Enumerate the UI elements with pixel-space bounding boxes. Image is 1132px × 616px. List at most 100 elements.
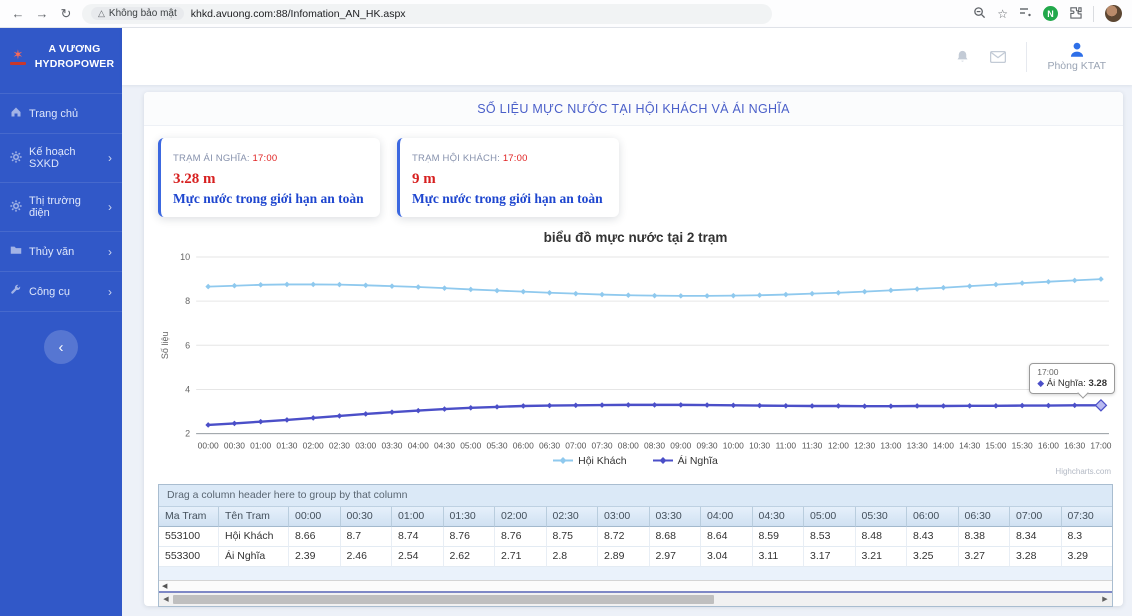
station-status: Mực nước trong giới hạn an toàn — [173, 191, 368, 207]
grid-cell[interactable]: 8.76 — [495, 527, 547, 547]
security-warning-chip[interactable]: △ Không bảo mật — [91, 7, 184, 20]
grid-column-header[interactable]: 00:00 — [289, 507, 341, 527]
grid-cell[interactable]: 2.46 — [341, 547, 393, 567]
extensions-puzzle-icon[interactable] — [1069, 6, 1082, 22]
sidebar-collapse-button[interactable]: ‹ — [44, 330, 78, 364]
grid-cell[interactable]: 8.38 — [959, 527, 1011, 547]
grid-cell[interactable]: 2.62 — [444, 547, 496, 567]
forward-icon[interactable]: → — [34, 6, 50, 21]
grid-cell[interactable]: 2.71 — [495, 547, 547, 567]
water-level-chart[interactable]: 24681000:0000:3001:0001:3002:0002:3003:0… — [158, 247, 1113, 476]
grid-cell[interactable]: 3.04 — [701, 547, 753, 567]
grid-column-header[interactable]: Ma Tram — [159, 507, 219, 527]
grid-column-header[interactable]: 03:30 — [650, 507, 702, 527]
grid-cell[interactable]: 3.28 — [1010, 547, 1062, 567]
grid-cell[interactable]: 3.25 — [907, 547, 959, 567]
grid-cell[interactable]: 8.59 — [753, 527, 805, 547]
grid-cell[interactable]: Hội Khách — [219, 527, 289, 547]
grid-column-header[interactable]: 04:00 — [701, 507, 753, 527]
legend-item-1[interactable]: Ái Nghĩa — [653, 455, 718, 467]
grid-cell[interactable]: 2.8 — [547, 547, 599, 567]
grid-cell[interactable]: 8.76 — [444, 527, 496, 547]
reload-icon[interactable]: ↻ — [58, 6, 74, 22]
grid-column-header[interactable]: 02:30 — [547, 507, 599, 527]
notifications-bell-icon[interactable] — [955, 49, 970, 64]
grid-cell[interactable]: 3.29 — [1062, 547, 1113, 567]
messages-envelope-icon[interactable] — [990, 51, 1006, 63]
chevron-right-icon: › — [108, 285, 112, 299]
grid-scroll-left-icon[interactable]: ◀ — [162, 582, 167, 590]
svg-text:07:00: 07:00 — [565, 441, 586, 451]
grid-cell[interactable]: 8.74 — [392, 527, 444, 547]
grid-cell[interactable]: 2.97 — [650, 547, 702, 567]
grid-column-header[interactable]: 05:30 — [856, 507, 908, 527]
sidepanel-icon[interactable] — [1019, 7, 1032, 21]
grid-cell[interactable]: 553300 — [159, 547, 219, 567]
grid-cell[interactable]: 8.7 — [341, 527, 393, 547]
sidebar-item-1[interactable]: Kế hoạch SXKD› — [0, 134, 122, 183]
grid-cell[interactable]: 2.39 — [289, 547, 341, 567]
svg-text:16:30: 16:30 — [1064, 441, 1085, 451]
svg-text:06:00: 06:00 — [513, 441, 534, 451]
scrollbar-left-arrow-icon[interactable]: ◀ — [161, 595, 171, 603]
sidebar-item-2[interactable]: Thị trường điện› — [0, 183, 122, 232]
grid-cell[interactable]: 2.54 — [392, 547, 444, 567]
svg-text:02:00: 02:00 — [303, 441, 324, 451]
tooltip-value: 3.28 — [1089, 378, 1108, 389]
grid-column-header[interactable]: 01:30 — [444, 507, 496, 527]
scrollbar-right-arrow-icon[interactable]: ▶ — [1100, 595, 1110, 603]
svg-text:11:30: 11:30 — [802, 441, 823, 451]
svg-text:4: 4 — [185, 384, 190, 394]
grid-cell[interactable]: 3.27 — [959, 547, 1011, 567]
back-icon[interactable]: ← — [10, 6, 26, 21]
grid-cell[interactable]: 3.11 — [753, 547, 805, 567]
sidebar-item-3[interactable]: Thủy văn› — [0, 232, 122, 272]
sidebar-item-0[interactable]: Trang chủ — [0, 93, 122, 134]
grid-cell[interactable]: 8.72 — [598, 527, 650, 547]
grid-column-header[interactable]: 07:00 — [1010, 507, 1062, 527]
chart-tooltip: 17:00 ◆ Ái Nghĩa: 3.28 — [1029, 363, 1115, 394]
grid-column-header[interactable]: 00:30 — [341, 507, 393, 527]
grid-cell[interactable]: 8.3 — [1062, 527, 1113, 547]
browser-actions: ☆ N — [973, 5, 1122, 22]
grid-cell[interactable]: 553100 — [159, 527, 219, 547]
grid-column-header[interactable]: 05:00 — [804, 507, 856, 527]
grid-column-header[interactable]: 06:30 — [959, 507, 1011, 527]
grid-cell[interactable]: 8.53 — [804, 527, 856, 547]
station-card-0: TRẠM ÁI NGHĨA: 17:003.28 mMực nước trong… — [158, 138, 380, 217]
grid-column-header[interactable]: Tên Tram — [219, 507, 289, 527]
svg-text:11:00: 11:00 — [776, 441, 797, 451]
grid-horizontal-scrollbar[interactable]: ◀ ▶ — [159, 593, 1112, 606]
grid-cell[interactable]: 8.75 — [547, 527, 599, 547]
grid-column-header[interactable]: 04:30 — [753, 507, 805, 527]
grid-cell[interactable]: 8.64 — [701, 527, 753, 547]
grid-cell[interactable]: 3.21 — [856, 547, 908, 567]
address-bar[interactable]: △ Không bảo mật khkd.avuong.com:88/Infom… — [82, 4, 772, 24]
grid-cell[interactable]: 8.43 — [907, 527, 959, 547]
grid-group-panel[interactable]: Drag a column header here to group by th… — [159, 485, 1112, 507]
scrollbar-thumb[interactable] — [173, 595, 714, 604]
chart-plot-area[interactable]: 24681000:0000:3001:0001:3002:0002:3003:0… — [158, 247, 1113, 454]
user-menu[interactable]: Phòng KTAT — [1047, 41, 1106, 72]
grid-column-header[interactable]: 07:30 — [1062, 507, 1113, 527]
grid-cell[interactable]: 8.68 — [650, 527, 702, 547]
grid-column-header[interactable]: 03:00 — [598, 507, 650, 527]
bookmark-star-icon[interactable]: ☆ — [997, 7, 1008, 21]
grid-cell[interactable]: 3.17 — [804, 547, 856, 567]
grid-cell[interactable]: 8.48 — [856, 527, 908, 547]
grid-cell[interactable]: Ái Nghĩa — [219, 547, 289, 567]
station-water-level: 9 m — [412, 171, 607, 188]
sidebar-item-4[interactable]: Công cụ› — [0, 272, 122, 312]
grid-column-header[interactable]: 06:00 — [907, 507, 959, 527]
zoom-out-icon[interactable] — [973, 6, 986, 22]
grid-column-header[interactable]: 01:00 — [392, 507, 444, 527]
grid-cell[interactable]: 8.66 — [289, 527, 341, 547]
grid-column-header[interactable]: 02:00 — [495, 507, 547, 527]
grid-cell[interactable]: 8.34 — [1010, 527, 1062, 547]
browser-avatar[interactable] — [1105, 5, 1122, 22]
svg-text:04:00: 04:00 — [408, 441, 429, 451]
extension-n-icon[interactable]: N — [1043, 6, 1058, 21]
legend-item-0[interactable]: Hội Khách — [553, 455, 626, 467]
svg-text:06:30: 06:30 — [539, 441, 560, 451]
grid-cell[interactable]: 2.89 — [598, 547, 650, 567]
